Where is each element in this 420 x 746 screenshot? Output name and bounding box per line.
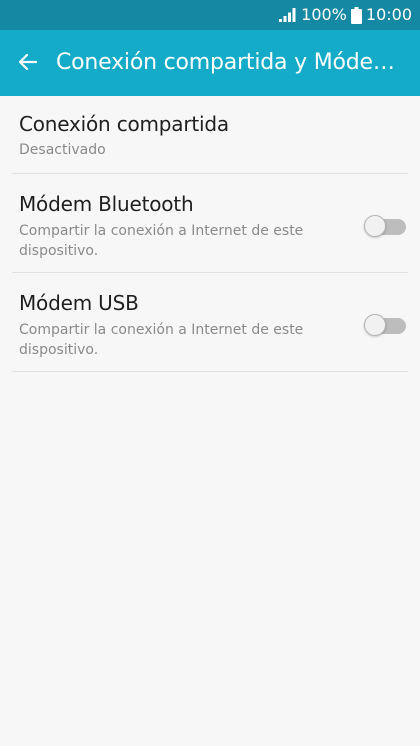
setting-status: Desactivado xyxy=(19,142,106,158)
arrow-left-icon[interactable] xyxy=(16,50,40,74)
status-bar: 100% 10:00 xyxy=(0,0,420,30)
settings-list: Conexión compartida Desactivado Módem Bl… xyxy=(0,96,420,372)
setting-description: Compartir la conexión a Internet de este… xyxy=(19,322,304,358)
status-time: 10:00 xyxy=(365,5,412,24)
battery-percent: 100% xyxy=(301,5,347,24)
bluetooth-tethering-toggle[interactable] xyxy=(364,214,408,238)
setting-bluetooth-tethering[interactable]: Módem Bluetooth Compartir la conexión a … xyxy=(12,174,408,273)
setting-title: Conexión compartida xyxy=(19,112,229,136)
battery-icon xyxy=(350,6,362,24)
signal-icon xyxy=(279,8,297,22)
usb-tethering-toggle[interactable] xyxy=(364,313,408,337)
setting-title: Módem Bluetooth xyxy=(19,192,194,216)
setting-title: Módem USB xyxy=(19,291,139,315)
page-title: Conexión compartida y Módem USB xyxy=(56,50,410,75)
status-indicators: 100% 10:00 xyxy=(279,5,412,25)
app-bar: Conexión compartida y Módem USB xyxy=(0,30,420,96)
toggle-thumb xyxy=(364,215,386,237)
setting-description: Compartir la conexión a Internet de este… xyxy=(19,223,304,259)
setting-usb-tethering[interactable]: Módem USB Compartir la conexión a Intern… xyxy=(12,273,408,372)
setting-tethering[interactable]: Conexión compartida Desactivado xyxy=(12,96,408,174)
toggle-thumb xyxy=(364,314,386,336)
